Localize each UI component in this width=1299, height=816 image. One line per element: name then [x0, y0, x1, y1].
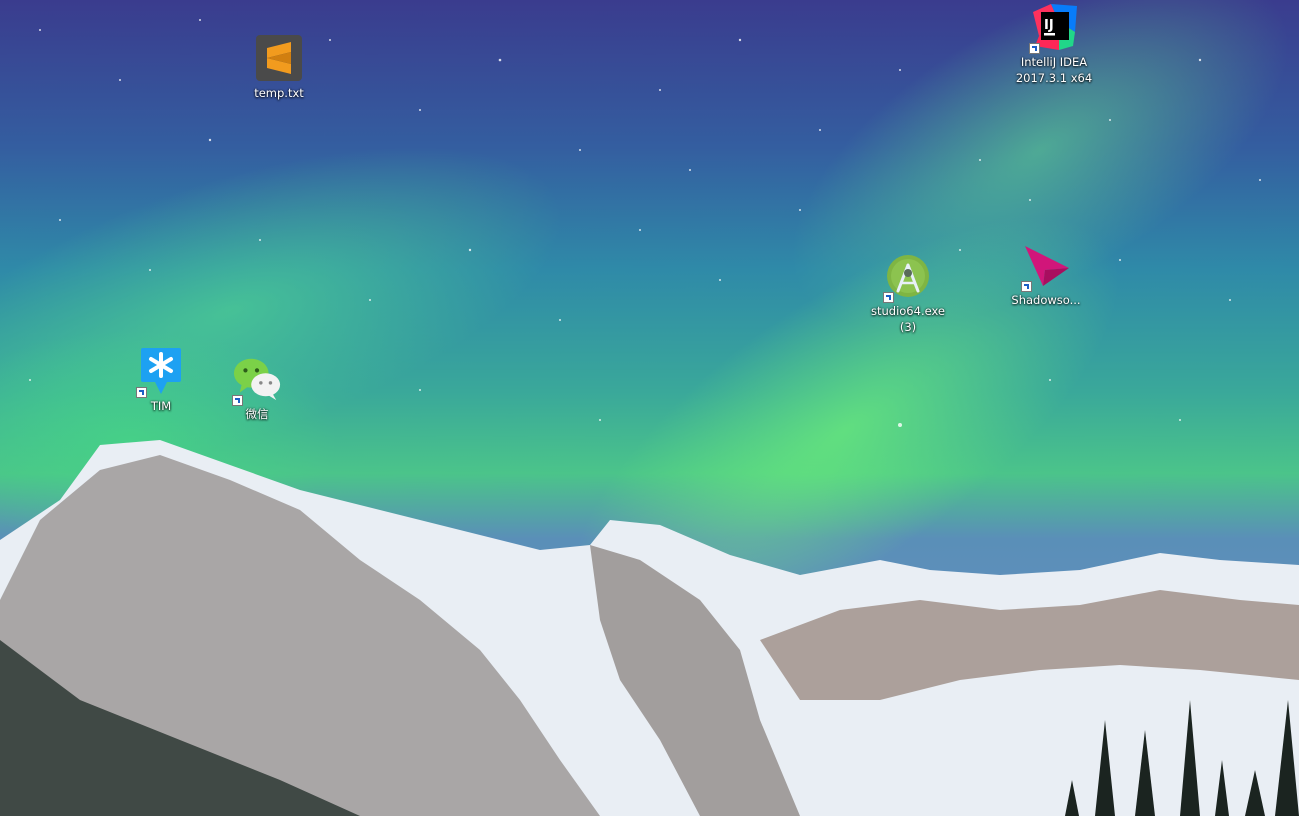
shortcut-arrow-icon [136, 387, 147, 398]
desktop-icon-label: TIM [150, 399, 172, 413]
svg-text:IJ: IJ [1044, 18, 1054, 33]
intellij-idea-icon: IJ [1029, 2, 1079, 54]
desktop-icon-tim[interactable]: TIM [118, 346, 204, 414]
tim-icon [136, 346, 186, 398]
android-studio-icon [883, 251, 933, 303]
wechat-icon [232, 354, 282, 406]
desktop-icon-temp-txt[interactable]: temp.txt [236, 33, 322, 101]
shadowsocks-icon [1021, 240, 1071, 292]
desktop-icon-wechat[interactable]: 微信 [214, 354, 300, 422]
desktop-icon-intellij-idea[interactable]: IJ IntelliJ IDEA 2017.3.1 x64 [1011, 2, 1097, 86]
desktop-icon-shadowsocks[interactable]: Shadowso... [1003, 240, 1089, 308]
desktop-icon-label: studio64.exe (3) [870, 304, 945, 334]
shortcut-arrow-icon [232, 395, 243, 406]
shortcut-arrow-icon [1029, 43, 1040, 54]
desktop-icon-label: temp.txt [254, 86, 304, 100]
desktop-icon-studio64[interactable]: studio64.exe (3) [865, 251, 951, 335]
shortcut-arrow-icon [1021, 281, 1032, 292]
desktop-icon-label: IntelliJ IDEA 2017.3.1 x64 [1015, 55, 1093, 85]
desktop-icon-label: 微信 [245, 407, 269, 421]
sublime-text-icon [254, 33, 304, 83]
desktop-icon-label: Shadowso... [1011, 293, 1081, 307]
shortcut-arrow-icon [883, 292, 894, 303]
